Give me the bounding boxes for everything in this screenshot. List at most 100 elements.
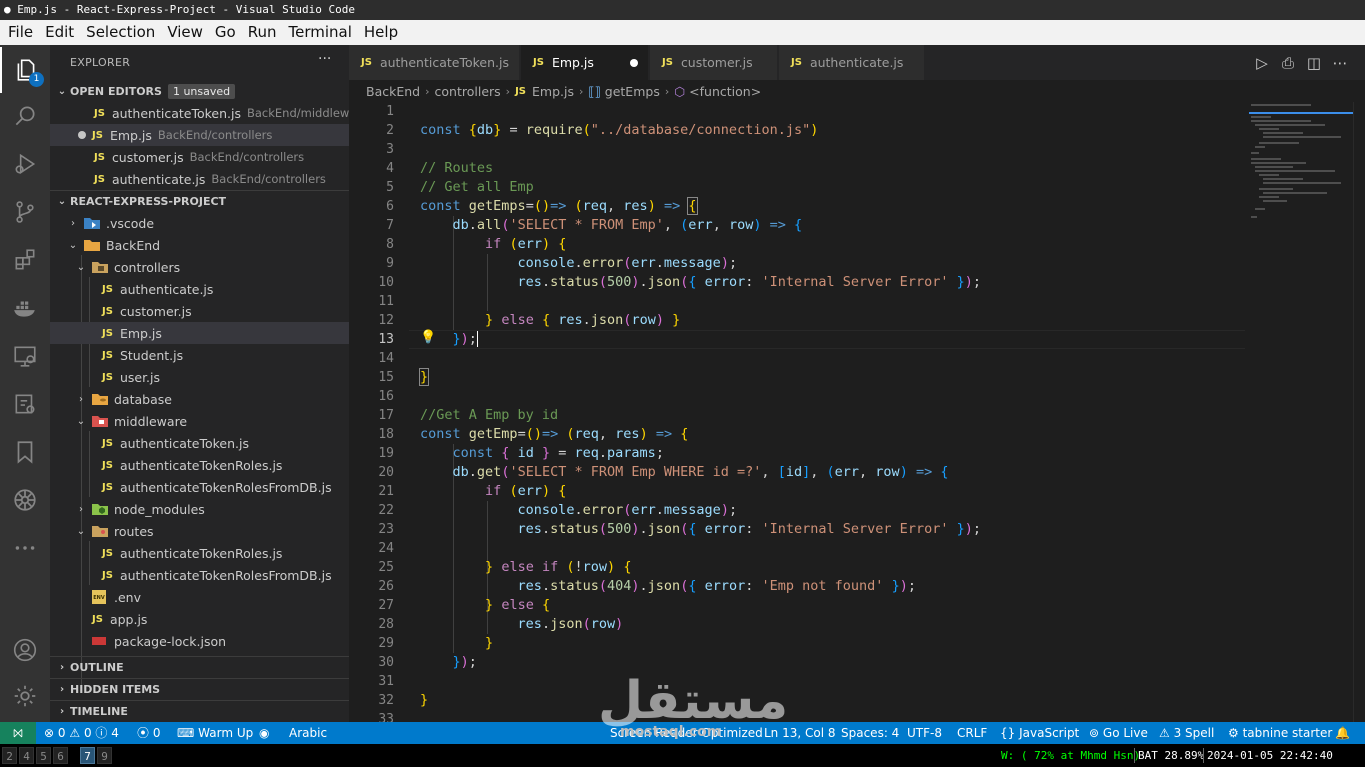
ports-count: 0 (152, 726, 161, 740)
menu-edit[interactable]: Edit (39, 20, 80, 45)
tree-file-selected[interactable]: JS Emp.js (50, 322, 349, 344)
tab-emp[interactable]: JS Emp.js (521, 45, 649, 80)
tree-file[interactable]: JS authenticateTokenRolesFromDB.js (50, 476, 349, 498)
tabnine-button[interactable]: ⚙ tabnine starter (1228, 722, 1332, 744)
tree-folder-controllers[interactable]: ⌄ controllers (50, 256, 349, 278)
kubernetes-activity-button[interactable] (0, 477, 50, 523)
breadcrumb-item[interactable]: <function> (689, 84, 761, 99)
extensions-activity-button[interactable] (0, 237, 50, 283)
open-editor-item-selected[interactable]: JS Emp.js BackEnd/controllers (50, 124, 349, 146)
breadcrumb-item[interactable]: controllers (435, 84, 501, 99)
workspace-button[interactable]: 4 (19, 747, 34, 764)
tree-file[interactable]: JS Student.js (50, 344, 349, 366)
tree-file-package-lock[interactable]: package-lock.json (50, 630, 349, 652)
breadcrumb-item[interactable]: BackEnd (366, 84, 420, 99)
tree-file[interactable]: JS authenticate.js (50, 278, 349, 300)
encoding-button[interactable]: UTF-8 (907, 722, 942, 744)
vertical-scrollbar[interactable] (1353, 102, 1365, 722)
tab-authenticatetoken[interactable]: JS authenticateToken.js (349, 45, 520, 80)
unsaved-dot-icon[interactable] (630, 59, 638, 67)
workspace-button[interactable]: 5 (36, 747, 51, 764)
breadcrumb-item[interactable]: Emp.js (532, 84, 574, 99)
open-editor-item[interactable]: JS authenticateToken.js BackEnd/middlew.… (50, 102, 349, 124)
open-editor-item[interactable]: JS customer.js BackEnd/controllers (50, 146, 349, 168)
ports-button[interactable]: ⦿ 0 (137, 722, 160, 744)
menu-terminal[interactable]: Terminal (283, 20, 358, 45)
live-share-button[interactable]: ◉ (259, 722, 269, 744)
workspace-button[interactable]: 2 (2, 747, 17, 764)
open-editors-header[interactable]: ⌄ OPEN EDITORS 1 unsaved (50, 80, 349, 102)
keyboard-layout-button[interactable]: Arabic (289, 722, 327, 744)
tabnine-label: tabnine starter (1242, 726, 1333, 740)
chevron-right-icon: › (59, 684, 65, 695)
open-editor-item[interactable]: JS authenticate.js BackEnd/controllers (50, 168, 349, 190)
tree-folder-routes[interactable]: ⌄ routes (50, 520, 349, 542)
tree-file[interactable]: JS user.js (50, 366, 349, 388)
open-editor-path: BackEnd/controllers (189, 150, 305, 164)
menu-go[interactable]: Go (209, 20, 242, 45)
menu-view[interactable]: View (161, 20, 209, 45)
warm-up-button[interactable]: ⌨ Warm Up (177, 722, 253, 744)
minimap[interactable] (1249, 102, 1353, 722)
indentation-button[interactable]: Spaces: 4 (841, 722, 899, 744)
run-icon[interactable]: ▷ (1249, 54, 1275, 72)
eol-button[interactable]: CRLF (957, 722, 987, 744)
tree-folder-database[interactable]: › database (50, 388, 349, 410)
hidden-items-header[interactable]: › HIDDEN ITEMS (50, 678, 349, 700)
explorer-activity-button[interactable]: 1 (0, 47, 50, 93)
docker-activity-button[interactable] (0, 285, 50, 331)
datetime-status: 2024-01-05 22:42:40 (1207, 749, 1333, 762)
kubernetes-icon (14, 489, 36, 511)
minimap-line (1263, 192, 1327, 194)
tree-file[interactable]: JS app.js (50, 608, 349, 630)
tree-file[interactable]: JS authenticateToken.js (50, 432, 349, 454)
tree-file-env[interactable]: ENV .env (50, 586, 349, 608)
manage-activity-button[interactable] (0, 673, 50, 719)
menu-help[interactable]: Help (358, 20, 404, 45)
print-icon[interactable]: ⎙ (1275, 54, 1301, 72)
more-actions-icon[interactable]: ⋯ (1327, 54, 1353, 72)
tab-customer[interactable]: JS customer.js (650, 45, 778, 80)
run-debug-activity-button[interactable] (0, 141, 50, 187)
tree-file[interactable]: JS authenticateTokenRoles.js (50, 454, 349, 476)
bookmarks-activity-button[interactable] (0, 429, 50, 475)
tab-authenticate[interactable]: JS authenticate.js (779, 45, 925, 80)
workspace-button[interactable]: 9 (97, 747, 112, 764)
tree-file[interactable]: JS customer.js (50, 300, 349, 322)
js-file-icon: JS (94, 107, 105, 119)
tree-label: Student.js (119, 347, 184, 363)
project-header[interactable]: ⌄ REACT-EXPRESS-PROJECT (50, 190, 349, 212)
search-activity-button[interactable] (0, 93, 50, 139)
minimap-line (1251, 152, 1259, 154)
chevron-down-icon: ⌄ (76, 415, 86, 427)
code-editor[interactable]: 1 2 3 4 5 6 7 8 9 10 11 12 13 14 15 16 1… (349, 102, 1365, 722)
tree-folder-node-modules[interactable]: › node_modules (50, 498, 349, 520)
gear-box-activity-button[interactable] (0, 381, 50, 427)
timeline-header[interactable]: › TIMELINE (50, 700, 349, 722)
tree-folder-backend[interactable]: ⌄ BackEnd (50, 234, 349, 256)
remote-explorer-activity-button[interactable] (0, 333, 50, 379)
problems-button[interactable]: ⊗ 0 ⚠ 0 ⓘ 4 (44, 722, 119, 744)
npm-file-icon (92, 637, 106, 645)
source-control-activity-button[interactable] (0, 189, 50, 235)
spell-button[interactable]: ⚠ 3 Spell (1159, 722, 1214, 744)
tree-folder-middleware[interactable]: ⌄ middleware (50, 410, 349, 432)
tree-file[interactable]: JS authenticateTokenRoles.js (50, 542, 349, 564)
remote-indicator-button[interactable]: ⨝ (0, 722, 36, 744)
accounts-activity-button[interactable] (0, 627, 50, 673)
notifications-button[interactable]: 🔔 (1335, 722, 1350, 744)
more-activity-button[interactable] (0, 525, 50, 571)
outline-header[interactable]: › OUTLINE (50, 656, 349, 678)
go-live-button[interactable]: ⊚ Go Live (1089, 722, 1148, 744)
split-editor-icon[interactable]: ◫ (1301, 54, 1327, 72)
workspace-button-focused[interactable]: 7 (80, 747, 95, 764)
tree-file[interactable]: JS authenticateTokenRolesFromDB.js (50, 564, 349, 586)
menu-file[interactable]: File (2, 20, 39, 45)
menu-selection[interactable]: Selection (80, 20, 161, 45)
workspace-button[interactable]: 6 (53, 747, 68, 764)
explorer-more-button[interactable]: ··· (318, 51, 331, 67)
menu-run[interactable]: Run (242, 20, 283, 45)
language-mode-button[interactable]: {} JavaScript (1000, 722, 1079, 744)
tree-folder-vscode[interactable]: › .vscode (50, 212, 349, 234)
breadcrumb-item[interactable]: getEmps (605, 84, 660, 99)
